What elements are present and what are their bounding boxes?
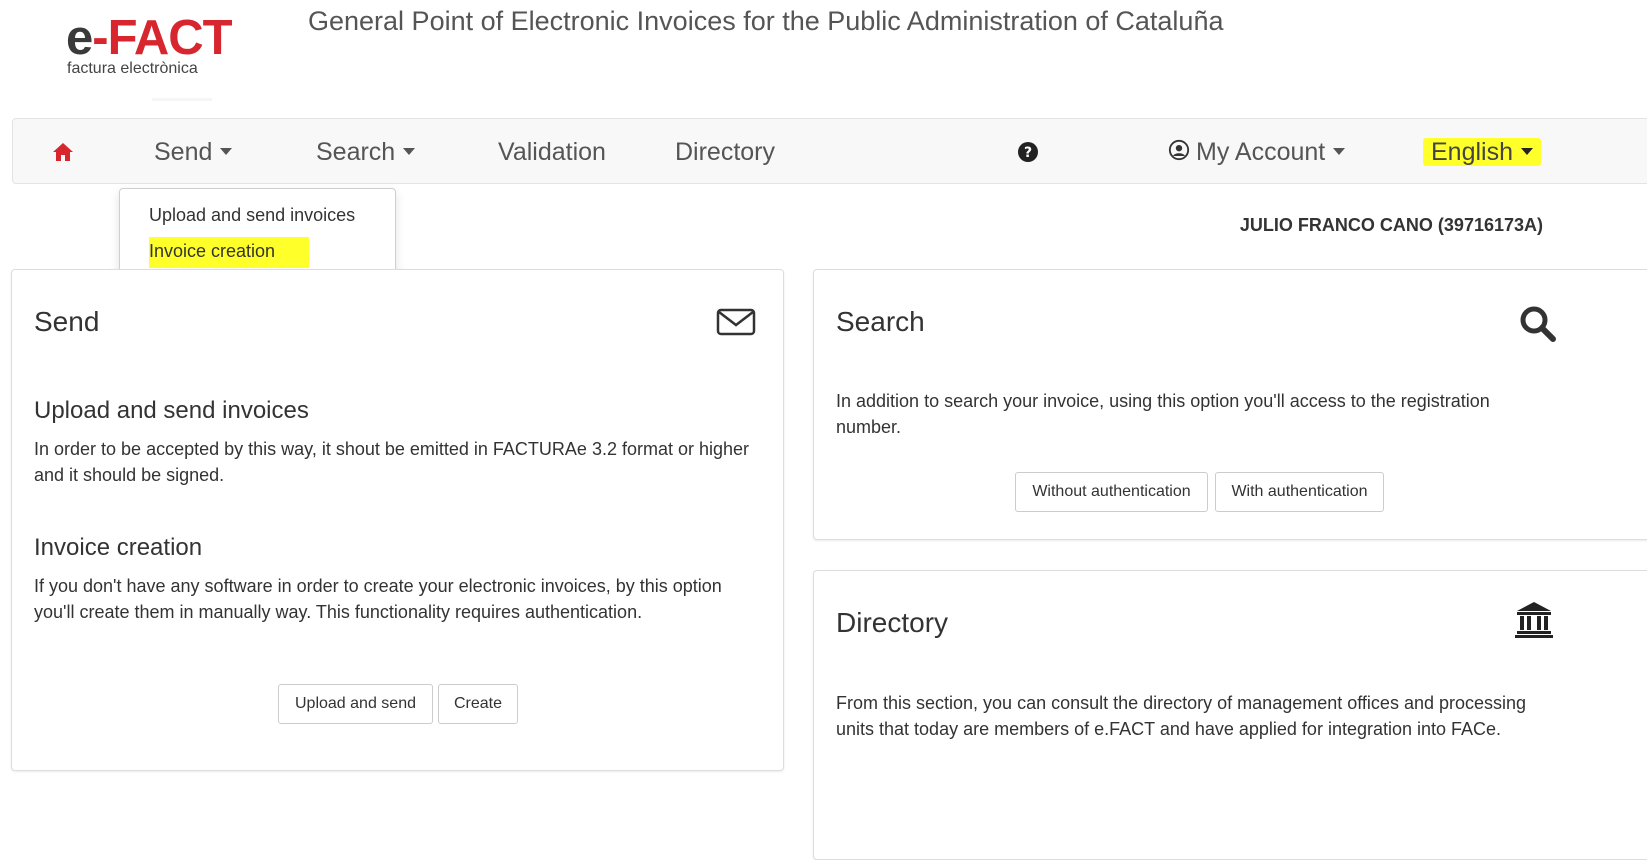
logged-user-name: JULIO FRANCO CANO (39716173A) bbox=[1239, 215, 1543, 235]
envelope-icon bbox=[716, 308, 756, 336]
directory-panel: Directory From this section, you can con… bbox=[813, 570, 1647, 860]
chevron-down-icon bbox=[1521, 147, 1533, 155]
creation-section-title: Invoice creation bbox=[34, 534, 203, 561]
dropdown-item-invoice-creation[interactable]: Invoice creation bbox=[149, 237, 310, 268]
user-circle-icon bbox=[1168, 140, 1190, 161]
search-icon bbox=[1520, 306, 1556, 342]
logo-subtitle: factura electrònica bbox=[67, 60, 198, 77]
nav-my-account[interactable]: My Account bbox=[1168, 119, 1346, 185]
home-icon[interactable] bbox=[51, 140, 75, 164]
search-panel-title: Search bbox=[836, 306, 925, 337]
logo-wordmark: e-FACT bbox=[66, 11, 233, 65]
send-panel: Send Upload and send invoices In order t… bbox=[11, 269, 784, 771]
bank-building-icon bbox=[1515, 602, 1553, 638]
without-authentication-button[interactable]: Without authentication bbox=[1015, 472, 1208, 512]
search-panel-text: In addition to search your invoice, usin… bbox=[836, 391, 1490, 437]
nav-send[interactable]: Send bbox=[154, 119, 233, 185]
help-icon[interactable]: ? bbox=[1016, 140, 1040, 164]
nav-search[interactable]: Search bbox=[316, 119, 416, 185]
directory-panel-text: From this section, you can consult the d… bbox=[836, 693, 1527, 739]
create-button[interactable]: Create bbox=[438, 684, 518, 724]
nav-directory[interactable]: Directory bbox=[675, 119, 775, 185]
nav-language[interactable]: English bbox=[1423, 119, 1541, 185]
page-title: General Point of Electronic Invoices for… bbox=[308, 6, 1224, 36]
directory-panel-title: Directory bbox=[836, 607, 949, 638]
with-authentication-button[interactable]: With authentication bbox=[1215, 472, 1384, 512]
svg-text:?: ? bbox=[1024, 145, 1032, 161]
main-navbar: Send Search Validation Directory ? My Ac… bbox=[12, 118, 1647, 184]
chevron-down-icon bbox=[1333, 147, 1346, 155]
send-dropdown-menu: Upload and send invoices Invoice creatio… bbox=[119, 188, 396, 279]
language-selector[interactable]: English bbox=[1423, 138, 1541, 166]
send-panel-title: Send bbox=[34, 306, 100, 337]
logo-underline bbox=[152, 98, 212, 101]
chevron-down-icon bbox=[220, 147, 233, 155]
creation-section-text: If you don't have any software in order … bbox=[34, 576, 722, 622]
nav-validation[interactable]: Validation bbox=[498, 119, 606, 185]
upload-section-text: In order to be accepted by this way, it … bbox=[34, 439, 750, 485]
dropdown-item-upload[interactable]: Upload and send invoices bbox=[149, 205, 355, 226]
search-panel: Search In addition to search your invoic… bbox=[813, 269, 1647, 540]
chevron-down-icon bbox=[403, 147, 416, 155]
efact-logo[interactable]: e-FACT factura electrònica bbox=[66, 14, 246, 104]
upload-section-title: Upload and send invoices bbox=[34, 397, 309, 424]
upload-and-send-button[interactable]: Upload and send bbox=[278, 684, 433, 724]
